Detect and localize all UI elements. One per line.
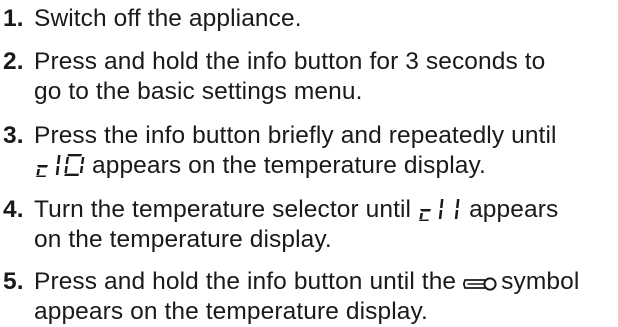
step-text: Press the info button briefly and repeat… — [34, 121, 618, 181]
step-text-line: on the temperature display. — [34, 226, 332, 253]
step-number: 1. — [3, 5, 24, 32]
step-text-line: go to the basic settings menu. — [34, 78, 363, 105]
step-text: Turn the temperature selector until appe… — [34, 195, 618, 255]
step-text-line: Press and hold the info button for 3 sec… — [34, 48, 546, 75]
step-text: Press and hold the info button until the… — [34, 267, 618, 327]
step-text-line: appears on the temperature display. — [34, 298, 428, 325]
step-text: Switch off the appliance. — [34, 4, 618, 34]
step-text-fragment: symbol — [501, 268, 580, 295]
step-text-fragment: Press and hold the info button until the — [34, 268, 457, 295]
step-text-line: Press and hold the info button until the… — [34, 267, 618, 297]
step-5: 5. Press and hold the info button until … — [0, 267, 618, 327]
step-3: 3. Press the info button briefly and rep… — [0, 121, 618, 181]
display-code-c11-icon — [419, 197, 465, 221]
step-text-line: Press the info button briefly and repeat… — [34, 122, 557, 149]
display-code-c10-icon — [36, 153, 88, 177]
step-4: 4. Turn the temperature selector until a… — [0, 195, 618, 255]
step-text-fragment: appears — [469, 196, 559, 223]
step-text-fragment: appears on the temperature display. — [92, 152, 486, 179]
step-2: 2. Press and hold the info button for 3 … — [0, 47, 618, 107]
step-number: 5. — [3, 268, 24, 295]
step-text-line: appears on the temperature display. — [34, 151, 618, 181]
step-number: 4. — [3, 196, 24, 223]
step-number: 2. — [3, 48, 24, 75]
step-text-fragment: Turn the temperature selector until — [34, 196, 412, 223]
step-1: 1. Switch off the appliance. — [0, 4, 618, 34]
step-text-line: Turn the temperature selector until appe… — [34, 195, 618, 225]
step-number: 3. — [3, 122, 24, 149]
key-symbol-icon — [463, 277, 497, 291]
step-text: Press and hold the info button for 3 sec… — [34, 47, 618, 107]
step-text-line: Switch off the appliance. — [34, 5, 302, 32]
